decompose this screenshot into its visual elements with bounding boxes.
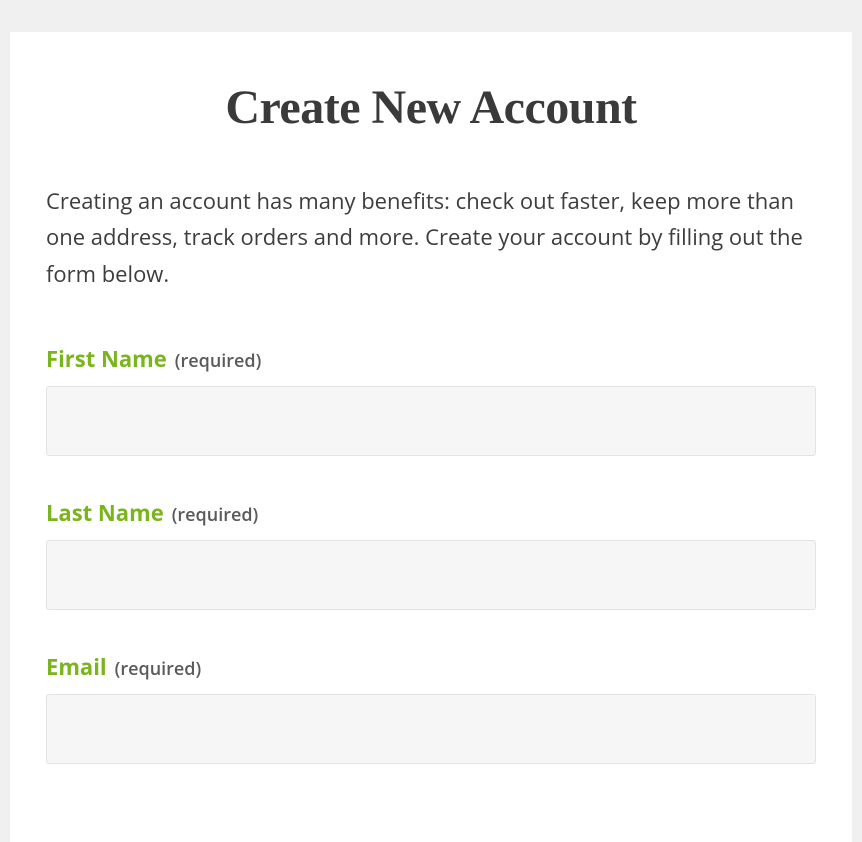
last-name-field: Last Name (required) — [46, 498, 816, 610]
email-input[interactable] — [46, 694, 816, 764]
email-required: (required) — [115, 657, 202, 681]
email-field: Email (required) — [46, 652, 816, 764]
email-label-row: Email (required) — [46, 652, 816, 682]
create-account-form-card: Create New Account Creating an account h… — [10, 32, 852, 842]
intro-text: Creating an account has many benefits: c… — [46, 183, 816, 292]
last-name-input[interactable] — [46, 540, 816, 610]
first-name-input[interactable] — [46, 386, 816, 456]
last-name-label-row: Last Name (required) — [46, 498, 816, 528]
first-name-label: First Name — [46, 344, 167, 374]
last-name-required: (required) — [172, 503, 259, 527]
first-name-required: (required) — [175, 349, 262, 373]
page-title: Create New Account — [46, 80, 816, 135]
first-name-label-row: First Name (required) — [46, 344, 816, 374]
page-container: Create New Account Creating an account h… — [0, 0, 862, 842]
email-label: Email — [46, 652, 107, 682]
last-name-label: Last Name — [46, 498, 164, 528]
first-name-field: First Name (required) — [46, 344, 816, 456]
